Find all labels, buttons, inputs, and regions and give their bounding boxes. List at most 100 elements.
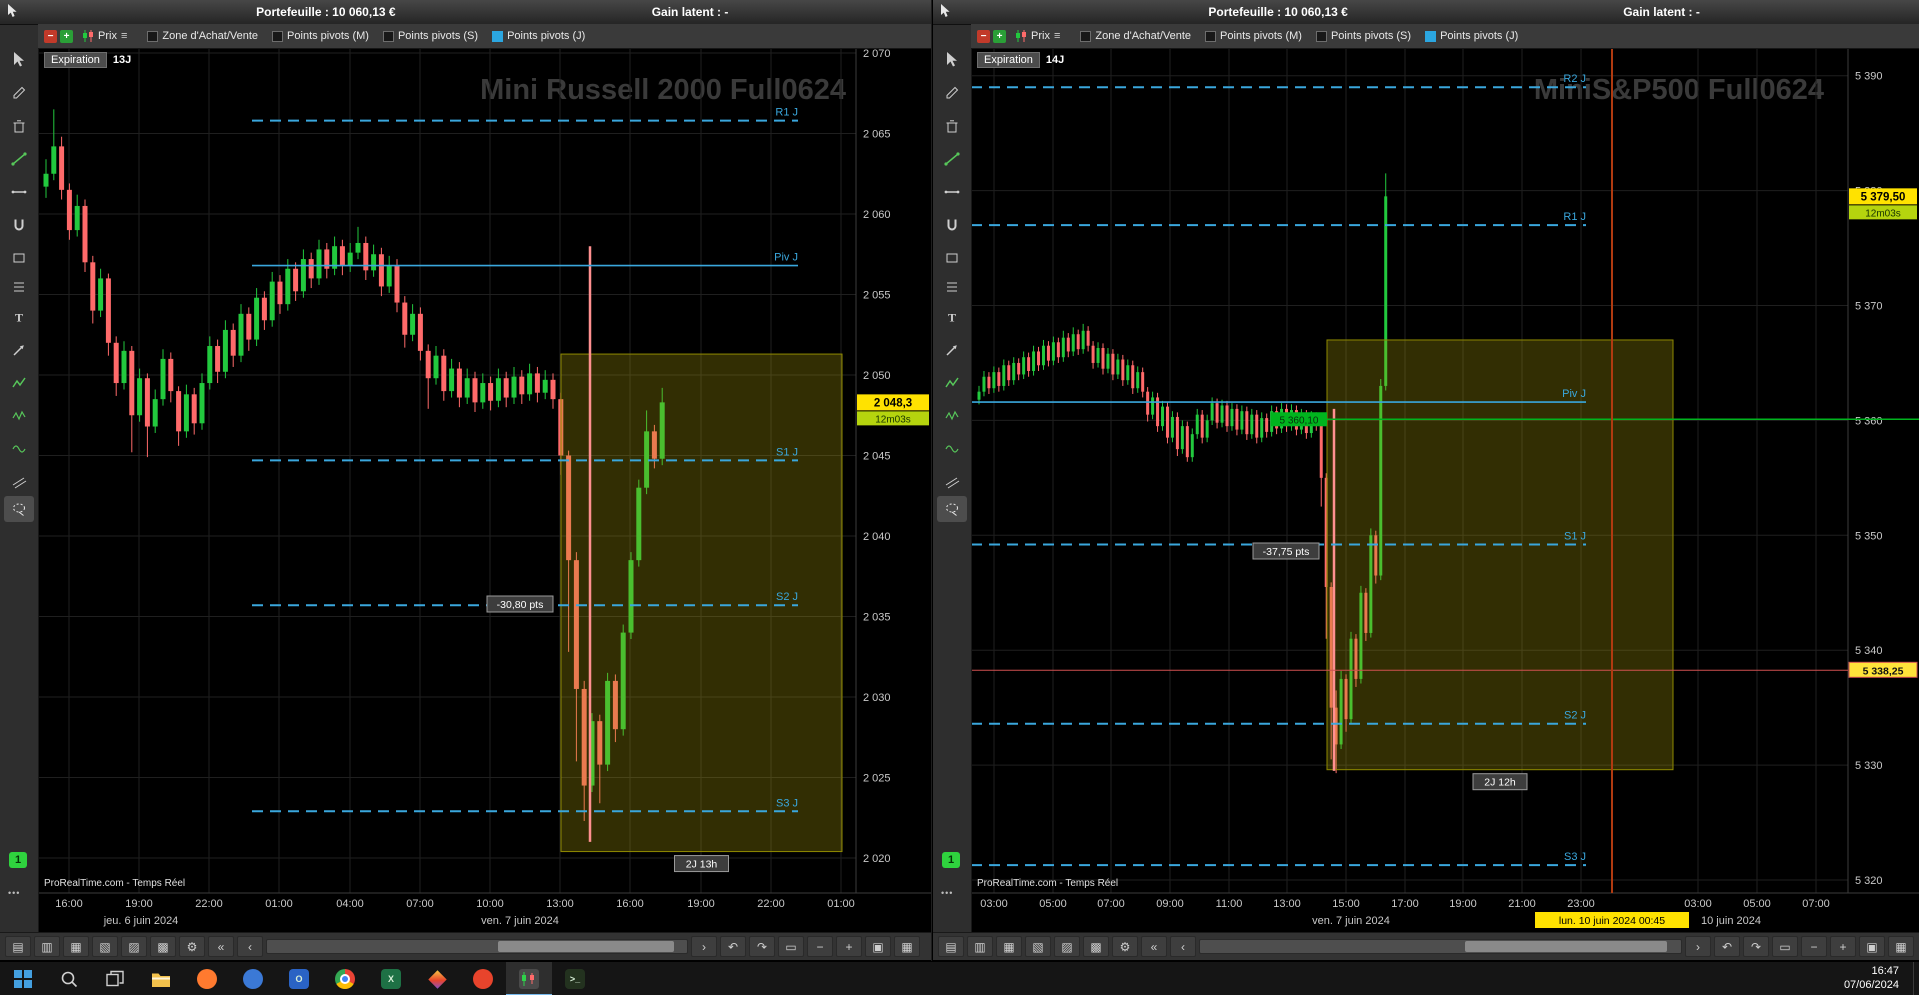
pencil-tool[interactable] bbox=[4, 80, 34, 106]
edge-icon[interactable] bbox=[230, 962, 276, 995]
chart-area[interactable]: 2 070 2 065 2 060 2 055 2 050 2 045 2 040 2 035… bbox=[38, 48, 931, 932]
prorealtime-icon[interactable] bbox=[506, 962, 552, 995]
indicator-tool-2[interactable] bbox=[937, 436, 967, 462]
keyboard-button[interactable]: ▦ bbox=[1888, 936, 1914, 957]
checkbox-box[interactable] bbox=[147, 30, 159, 42]
checkbox-points-pivots-m[interactable]: Points pivots (M) bbox=[1205, 30, 1302, 42]
channel-tool[interactable] bbox=[937, 469, 967, 495]
checkbox-zone-d-achat-vente[interactable]: Zone d'Achat/Vente bbox=[1080, 30, 1191, 42]
checkbox-box[interactable] bbox=[1080, 30, 1092, 42]
zoom-fit-button[interactable]: ▣ bbox=[1859, 936, 1885, 957]
undo-button[interactable]: ↶ bbox=[720, 936, 746, 957]
chart-options-button[interactable]: ▤ bbox=[5, 936, 31, 957]
firefox-icon[interactable] bbox=[184, 962, 230, 995]
zoom-in-button[interactable]: + bbox=[836, 936, 862, 957]
indicator-tool-1[interactable] bbox=[937, 403, 967, 429]
settings-button[interactable]: ⚙ bbox=[179, 936, 205, 957]
checkbox-zone-d-achat-vente[interactable]: Zone d'Achat/Vente bbox=[147, 30, 258, 42]
trendline-tool[interactable] bbox=[937, 146, 967, 172]
text-tool[interactable]: T bbox=[937, 304, 967, 330]
grid-button[interactable]: ▨ bbox=[1054, 936, 1080, 957]
horizontal-line-tool[interactable] bbox=[4, 179, 34, 205]
time-scrollbar[interactable] bbox=[266, 939, 688, 954]
scroll-left-button[interactable]: ‹ bbox=[1170, 936, 1196, 957]
drive-icon[interactable] bbox=[414, 962, 460, 995]
price-series-button[interactable]: Prix ≡ bbox=[82, 30, 127, 42]
windows-button[interactable]: ▦ bbox=[996, 936, 1022, 957]
price-menu-icon[interactable]: ≡ bbox=[121, 30, 127, 42]
workspace-badge[interactable]: 1 bbox=[9, 852, 27, 868]
zoom-preset-button[interactable]: ▭ bbox=[778, 936, 804, 957]
show-desktop-button[interactable] bbox=[1913, 962, 1919, 995]
zoom-in-button[interactable]: + bbox=[1830, 936, 1856, 957]
outlook-icon[interactable]: O bbox=[276, 962, 322, 995]
task-view-button[interactable] bbox=[92, 962, 138, 995]
zoom-preset-button[interactable]: ▭ bbox=[1772, 936, 1798, 957]
price-series-button[interactable]: Prix ≡ bbox=[1015, 30, 1060, 42]
scroll-right-button[interactable]: › bbox=[1685, 936, 1711, 957]
rectangle-tool[interactable] bbox=[937, 245, 967, 271]
collapse-button[interactable]: « bbox=[1141, 936, 1167, 957]
more-tools-button[interactable]: ••• bbox=[941, 888, 953, 898]
table-button[interactable]: ▩ bbox=[150, 936, 176, 957]
chrome-icon[interactable] bbox=[322, 962, 368, 995]
collapse-button[interactable]: « bbox=[208, 936, 234, 957]
checkbox-box[interactable] bbox=[1315, 30, 1327, 42]
checkbox-box[interactable] bbox=[492, 30, 504, 42]
checkbox-points-pivots-m[interactable]: Points pivots (M) bbox=[272, 30, 369, 42]
start-button[interactable] bbox=[0, 962, 46, 995]
checkbox-box[interactable] bbox=[272, 30, 284, 42]
grid-button[interactable]: ▨ bbox=[121, 936, 147, 957]
more-tools-button[interactable]: ••• bbox=[8, 888, 20, 898]
lasso-tool[interactable] bbox=[4, 496, 34, 522]
zigzag-tool[interactable] bbox=[4, 370, 34, 396]
cursor-tool[interactable] bbox=[937, 46, 967, 72]
terminal-icon[interactable]: >_ bbox=[552, 962, 598, 995]
buy-button[interactable]: + bbox=[993, 29, 1006, 43]
arrow-tool[interactable] bbox=[937, 337, 967, 363]
pencil-tool[interactable] bbox=[937, 80, 967, 106]
indicator-tool-2[interactable] bbox=[4, 436, 34, 462]
indicator-tool-1[interactable] bbox=[4, 403, 34, 429]
fibonacci-tool[interactable] bbox=[4, 274, 34, 300]
checkbox-points-pivots-j[interactable]: Points pivots (J) bbox=[492, 30, 585, 42]
sell-button[interactable]: − bbox=[977, 29, 990, 43]
scroll-left-button[interactable]: ‹ bbox=[237, 936, 263, 957]
scrollbar-thumb[interactable] bbox=[498, 941, 675, 952]
scroll-right-button[interactable]: › bbox=[691, 936, 717, 957]
views-button[interactable]: ▥ bbox=[34, 936, 60, 957]
magnet-tool[interactable] bbox=[4, 212, 34, 238]
zigzag-tool[interactable] bbox=[937, 370, 967, 396]
fibonacci-tool[interactable] bbox=[937, 274, 967, 300]
opera-icon[interactable] bbox=[460, 962, 506, 995]
price-menu-icon[interactable]: ≡ bbox=[1054, 30, 1060, 42]
chart-svg[interactable]: 5 3905 3805 3705 3605 3505 3405 3305 320… bbox=[971, 48, 1919, 932]
rectangle-tool[interactable] bbox=[4, 245, 34, 271]
buy-button[interactable]: + bbox=[60, 29, 73, 43]
file-explorer-icon[interactable] bbox=[138, 962, 184, 995]
chart-svg[interactable]: 2 070 2 065 2 060 2 055 2 050 2 045 2 040 2 035… bbox=[38, 48, 931, 932]
zoom-fit-button[interactable]: ▣ bbox=[865, 936, 891, 957]
delete-tool[interactable] bbox=[937, 113, 967, 139]
time-scrollbar[interactable] bbox=[1199, 939, 1682, 954]
redo-button[interactable]: ↷ bbox=[1743, 936, 1769, 957]
checkbox-box[interactable] bbox=[1205, 30, 1217, 42]
text-tool[interactable]: T bbox=[4, 304, 34, 330]
channel-tool[interactable] bbox=[4, 469, 34, 495]
chart-area[interactable]: 5 3905 3805 3705 3605 3505 3405 3305 320… bbox=[971, 48, 1919, 932]
excel-icon[interactable]: X bbox=[368, 962, 414, 995]
zoom-out-button[interactable]: − bbox=[807, 936, 833, 957]
search-button[interactable] bbox=[46, 962, 92, 995]
screens-button[interactable]: ▧ bbox=[1025, 936, 1051, 957]
chart-options-button[interactable]: ▤ bbox=[938, 936, 964, 957]
horizontal-line-tool[interactable] bbox=[937, 179, 967, 205]
selection-zone[interactable] bbox=[560, 353, 843, 853]
trendline-tool[interactable] bbox=[4, 146, 34, 172]
screens-button[interactable]: ▧ bbox=[92, 936, 118, 957]
delete-tool[interactable] bbox=[4, 113, 34, 139]
sell-button[interactable]: − bbox=[44, 29, 57, 43]
checkbox-box[interactable] bbox=[382, 30, 394, 42]
checkbox-box[interactable] bbox=[1425, 30, 1437, 42]
zoom-out-button[interactable]: − bbox=[1801, 936, 1827, 957]
settings-button[interactable]: ⚙ bbox=[1112, 936, 1138, 957]
